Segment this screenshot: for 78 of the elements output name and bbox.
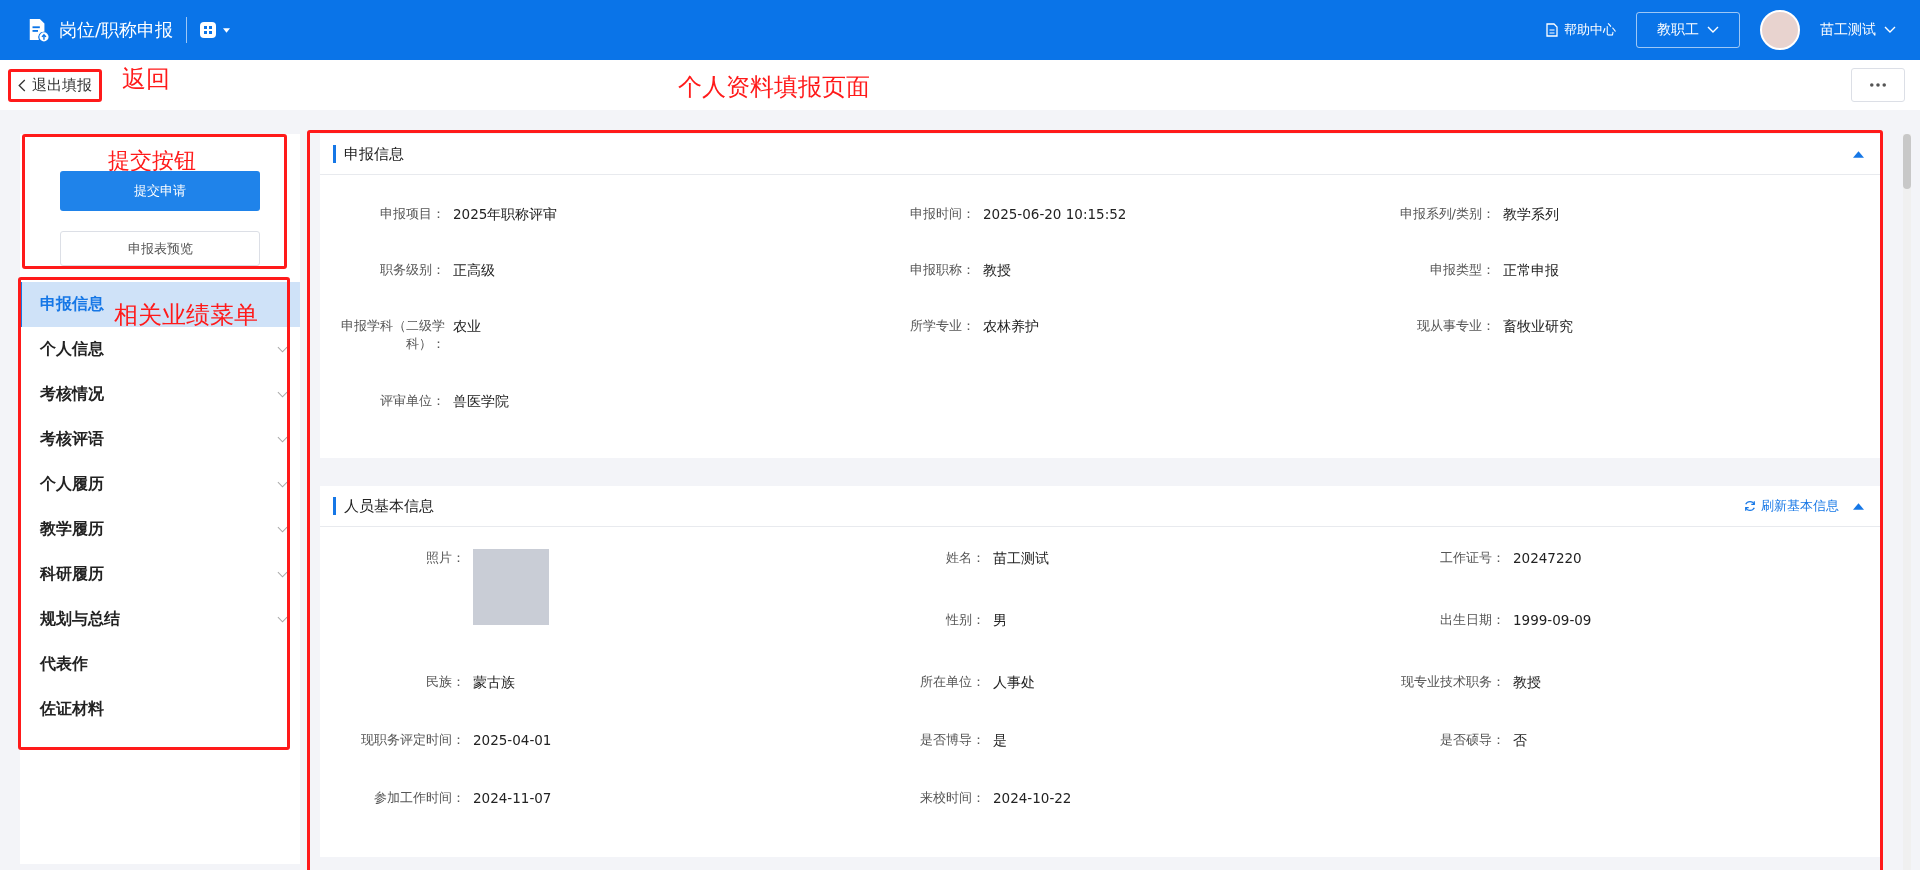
scrollbar[interactable] bbox=[1903, 134, 1911, 870]
field-value: 畜牧业研究 bbox=[1503, 317, 1573, 335]
document-icon bbox=[1546, 23, 1558, 37]
field-label: 民族： bbox=[425, 673, 465, 691]
section-title: 申报信息 bbox=[333, 145, 404, 163]
menu-item[interactable]: 教学履历 bbox=[20, 507, 300, 552]
field-label: 申报类型： bbox=[1429, 261, 1495, 279]
collapse-icon[interactable] bbox=[1853, 150, 1864, 158]
field-value: 20247220 bbox=[1513, 549, 1582, 567]
preview-button[interactable]: 申报表预览 bbox=[60, 231, 260, 266]
section-title: 人员基本信息 bbox=[333, 497, 434, 515]
refresh-icon bbox=[1744, 500, 1756, 512]
field-value: 苗工测试 bbox=[993, 549, 1049, 567]
field-label: 是否博导： bbox=[919, 731, 985, 749]
exit-button[interactable]: 退出填报 bbox=[12, 71, 98, 99]
field-value: 农业 bbox=[453, 317, 481, 335]
field-label: 申报职称： bbox=[909, 261, 975, 279]
field-value: 蒙古族 bbox=[473, 673, 515, 691]
field-label: 工作证号： bbox=[1439, 549, 1505, 567]
menu-item[interactable]: 考核评语 bbox=[20, 417, 300, 462]
field-value: 教学系列 bbox=[1503, 205, 1559, 223]
field-value: 2024-10-22 bbox=[993, 789, 1072, 807]
more-icon bbox=[1870, 83, 1886, 87]
field-label: 现从事专业： bbox=[1416, 317, 1495, 335]
field-value: 教授 bbox=[1513, 673, 1541, 691]
field-value: 2025年职称评审 bbox=[453, 205, 558, 223]
help-center-link[interactable]: 帮助中心 bbox=[1546, 21, 1616, 39]
menu-item[interactable]: 考核情况 bbox=[20, 372, 300, 417]
collapse-icon[interactable] bbox=[1853, 502, 1864, 510]
submit-button[interactable]: 提交申请 bbox=[60, 171, 260, 211]
field-value: 是 bbox=[993, 731, 1007, 749]
field-label: 职务级别： bbox=[379, 261, 445, 279]
field-label: 性别： bbox=[945, 611, 985, 629]
caret-down-icon bbox=[223, 27, 231, 33]
field-value: 兽医学院 bbox=[453, 392, 509, 410]
annotation-label: 个人资料填报页面 bbox=[678, 72, 870, 103]
field-label: 申报系列/类别： bbox=[1398, 205, 1495, 223]
field-value: 2025-04-01 bbox=[473, 731, 552, 749]
user-menu[interactable]: 苗工测试 bbox=[1820, 21, 1896, 39]
field-value: 人事处 bbox=[993, 673, 1035, 691]
chevron-down-icon bbox=[1884, 26, 1896, 34]
field-label: 现专业技术职务： bbox=[1400, 673, 1505, 691]
menu-item[interactable]: 佐证材料 bbox=[20, 687, 300, 732]
field-value: 1999-09-09 bbox=[1513, 611, 1592, 629]
chevron-left-icon bbox=[18, 78, 26, 92]
field-value: 正常申报 bbox=[1503, 261, 1559, 279]
field-label: 出生日期： bbox=[1439, 611, 1505, 629]
field-label: 所学专业： bbox=[909, 317, 975, 335]
field-label: 现职务评定时间： bbox=[360, 731, 465, 749]
field-label: 照片： bbox=[425, 549, 465, 567]
field-value: 否 bbox=[1513, 731, 1527, 749]
refresh-link[interactable]: 刷新基本信息 bbox=[1744, 497, 1839, 515]
menu-item[interactable]: 个人履历 bbox=[20, 462, 300, 507]
menu-item[interactable]: 规划与总结 bbox=[20, 597, 300, 642]
field-label: 申报学科（二级学科）： bbox=[340, 317, 445, 353]
apps-menu-button[interactable] bbox=[200, 22, 231, 38]
menu-item[interactable]: 科研履历 bbox=[20, 552, 300, 597]
app-title: 岗位/职称申报 bbox=[59, 18, 174, 42]
field-label: 评审单位： bbox=[379, 392, 445, 410]
field-label: 参加工作时间： bbox=[373, 789, 465, 807]
field-label: 是否硕导： bbox=[1439, 731, 1505, 749]
field-value: 正高级 bbox=[453, 261, 495, 279]
document-upload-icon bbox=[27, 18, 49, 42]
field-label: 所在单位： bbox=[919, 673, 985, 691]
role-dropdown[interactable]: 教职工 bbox=[1636, 12, 1740, 48]
field-label: 姓名： bbox=[945, 549, 985, 567]
field-label: 来校时间： bbox=[919, 789, 985, 807]
chevron-down-icon bbox=[1707, 26, 1719, 34]
field-value: 农林养护 bbox=[983, 317, 1039, 335]
field-value: 男 bbox=[993, 611, 1007, 629]
field-value: 2024-11-07 bbox=[473, 789, 552, 807]
field-value: 2025-06-20 10:15:52 bbox=[983, 205, 1127, 223]
field-label: 申报项目： bbox=[379, 205, 445, 223]
menu-item[interactable]: 代表作 bbox=[20, 642, 300, 687]
field-label: 申报时间： bbox=[909, 205, 975, 223]
field-value: 教授 bbox=[983, 261, 1011, 279]
annotation-label: 返回 bbox=[122, 64, 170, 95]
avatar[interactable] bbox=[1760, 10, 1800, 50]
